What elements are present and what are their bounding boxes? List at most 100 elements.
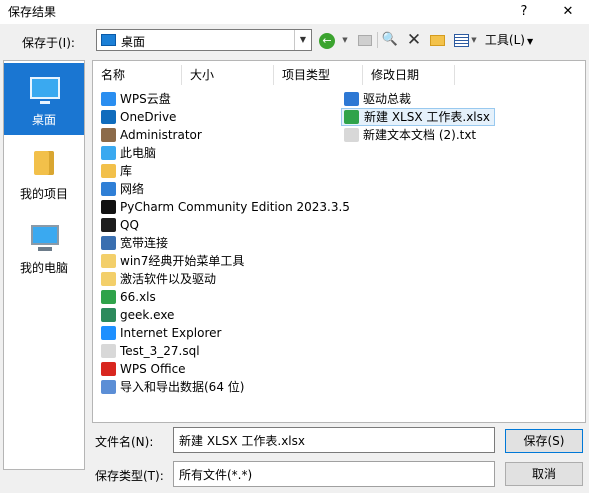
toolbar-separator — [377, 32, 378, 48]
column-header-date[interactable]: 修改日期 — [363, 65, 455, 85]
import-export-icon — [101, 380, 116, 394]
file-item[interactable]: 激活软件以及驱动 — [98, 270, 220, 288]
pycharm-icon — [101, 200, 116, 214]
file-item[interactable]: geek.exe — [98, 306, 178, 324]
up-folder-icon — [358, 35, 372, 46]
file-item[interactable]: win7经典开始菜单工具 — [98, 252, 248, 270]
chevron-down-icon: ▼ — [526, 37, 534, 46]
file-name: 宽带连接 — [120, 236, 169, 250]
file-name: QQ — [120, 218, 139, 232]
file-name: 新建 XLSX 工作表.xlsx — [364, 110, 490, 124]
folder-icon — [101, 272, 116, 286]
file-name: 网络 — [120, 182, 145, 196]
spreadsheet-icon — [101, 290, 116, 304]
file-name: 激活软件以及驱动 — [120, 272, 217, 286]
delete-button[interactable]: ✕ — [405, 30, 423, 50]
place-label: 桌面 — [31, 113, 56, 127]
save-in-label: 保存于(I): — [22, 36, 75, 50]
file-item[interactable]: 新建 XLSX 工作表.xlsx — [341, 108, 495, 126]
file-name: Internet Explorer — [120, 326, 222, 340]
column-header-type[interactable]: 项目类型 — [274, 65, 363, 85]
file-item[interactable]: 宽带连接 — [98, 234, 172, 252]
tools-menu-button[interactable]: 工具(L) ▼ — [480, 30, 538, 50]
file-name: Test_3_27.sql — [120, 344, 200, 358]
file-item[interactable]: OneDrive — [98, 108, 180, 126]
network-icon — [101, 182, 116, 196]
ie-icon — [101, 326, 116, 340]
file-item[interactable]: 网络 — [98, 180, 148, 198]
views-icon — [453, 34, 469, 47]
back-button[interactable]: ← — [318, 30, 336, 50]
folder-icon — [101, 254, 116, 268]
file-name: WPS云盘 — [120, 92, 171, 106]
file-item[interactable]: QQ — [98, 216, 143, 234]
views-dropdown[interactable]: ▼ — [470, 30, 478, 50]
file-item[interactable]: 66.xls — [98, 288, 160, 306]
column-header-size[interactable]: 大小 — [182, 65, 274, 85]
places-bar: 桌面 我的项目 我的电脑 — [3, 60, 85, 470]
file-name: 库 — [120, 164, 133, 178]
file-name: win7经典开始菜单工具 — [120, 254, 245, 268]
back-arrow-icon: ← — [319, 32, 335, 49]
computer-icon — [101, 146, 116, 160]
views-button[interactable] — [452, 30, 470, 50]
file-item[interactable]: 新建文本文档 (2).txt — [341, 126, 480, 144]
save-button[interactable]: 保存(S) — [505, 429, 583, 453]
new-folder-button[interactable] — [428, 30, 446, 50]
filetype-select[interactable]: 所有文件(*.*) — [173, 461, 495, 487]
file-item[interactable]: Test_3_27.sql — [98, 342, 204, 360]
file-item[interactable]: 库 — [98, 162, 136, 180]
close-button[interactable]: ✕ — [556, 1, 580, 23]
back-history-dropdown[interactable]: ▼ — [340, 30, 350, 50]
library-icon — [101, 164, 116, 178]
tools-label: 工具(L) — [484, 33, 525, 47]
computer-icon-base — [38, 247, 52, 251]
file-name: 66.xls — [120, 290, 156, 304]
title-bar: 保存结果 ? ✕ — [0, 0, 589, 24]
filetype-label: 保存类型(T): — [95, 469, 164, 483]
desktop-icon-stand — [40, 101, 50, 104]
location-value: 桌面 — [121, 35, 146, 49]
chevron-down-icon[interactable]: ▼ — [294, 30, 311, 50]
place-my-computer[interactable]: 我的电脑 — [4, 211, 84, 283]
place-desktop[interactable]: 桌面 — [4, 63, 84, 135]
spreadsheet-icon — [344, 110, 359, 124]
exe-icon — [101, 308, 116, 322]
text-file-icon — [101, 344, 116, 358]
qq-icon — [101, 218, 116, 232]
new-folder-icon — [429, 35, 445, 46]
folder-icon — [34, 151, 54, 175]
user-icon — [101, 128, 116, 142]
broadband-icon — [101, 236, 116, 250]
location-dropdown[interactable]: 桌面 ▼ — [96, 29, 312, 51]
cloud-icon — [101, 92, 116, 106]
file-item[interactable]: 此电脑 — [98, 144, 160, 162]
file-list[interactable]: 名称 大小 项目类型 修改日期 WPS云盘 OneDrive Administrat… — [92, 60, 586, 423]
column-header-name[interactable]: 名称 — [93, 65, 182, 85]
file-item[interactable]: PyCharm Community Edition 2023.3.5 — [98, 198, 354, 216]
file-item[interactable]: 驱动总裁 — [341, 90, 415, 108]
file-name: 此电脑 — [120, 146, 157, 160]
file-item[interactable]: Administrator — [98, 126, 206, 144]
file-name: 导入和导出数据(64 位) — [120, 380, 245, 394]
file-item[interactable]: WPS云盘 — [98, 90, 175, 108]
cancel-button[interactable]: 取消 — [505, 462, 583, 486]
text-file-icon — [344, 128, 359, 142]
file-item[interactable]: WPS Office — [98, 360, 190, 378]
filename-input[interactable]: 新建 XLSX 工作表.xlsx — [173, 427, 495, 453]
desktop-icon — [101, 34, 116, 46]
search-web-button[interactable]: 🔍 — [381, 30, 399, 50]
file-name: OneDrive — [120, 110, 177, 124]
help-button[interactable]: ? — [512, 1, 536, 23]
onedrive-icon — [101, 110, 116, 124]
file-name: Administrator — [120, 128, 202, 142]
wps-icon — [101, 362, 116, 376]
file-name: 新建文本文档 (2).txt — [363, 128, 477, 142]
delete-icon: ✕ — [406, 30, 422, 50]
file-name: 驱动总裁 — [363, 92, 412, 106]
place-my-projects[interactable]: 我的项目 — [4, 137, 84, 209]
file-item[interactable]: Internet Explorer — [98, 324, 225, 342]
up-folder-button[interactable] — [356, 30, 374, 50]
file-item[interactable]: 导入和导出数据(64 位) — [98, 378, 248, 396]
desktop-icon — [30, 77, 60, 99]
